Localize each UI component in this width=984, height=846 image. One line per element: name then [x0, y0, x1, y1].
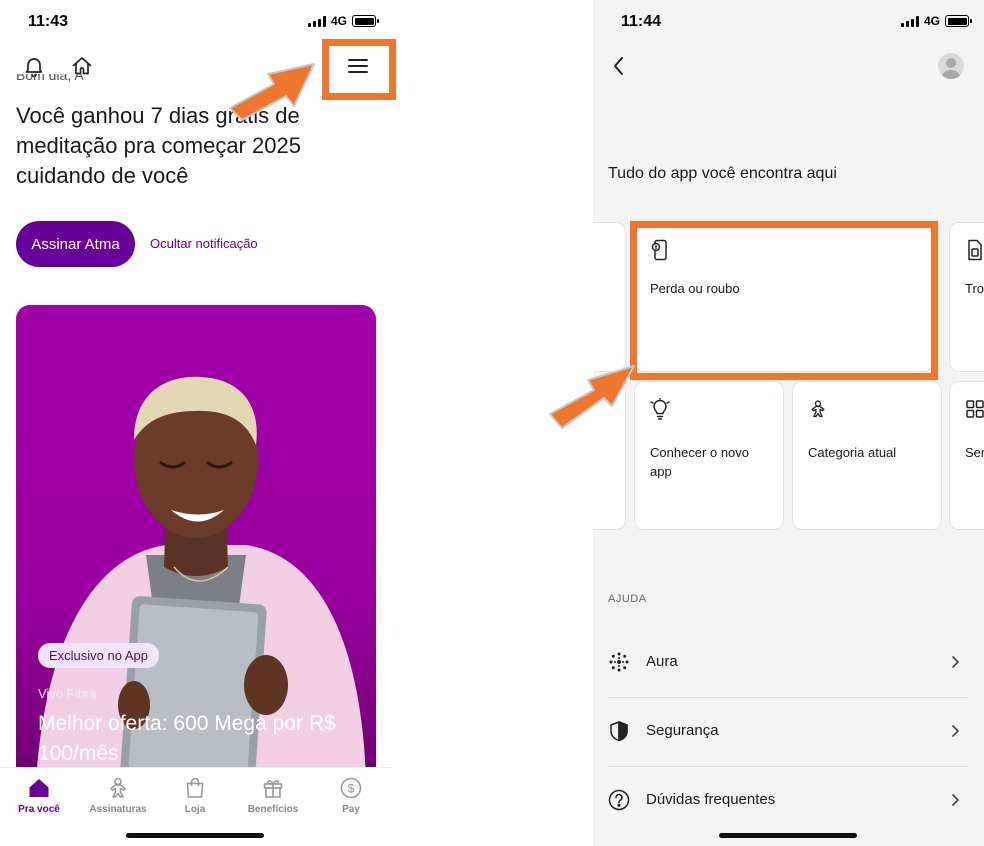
greeting-text: Bom dia, A: [16, 74, 84, 83]
annotation-highlight-perda-ou-roubo: [630, 221, 938, 380]
signal-icon: [901, 15, 919, 27]
svg-text:$: $: [348, 782, 355, 796]
sim-card-icon: [968, 239, 982, 261]
card-servicos-partial[interactable]: Ser: [949, 381, 984, 530]
exclusive-badge: Exclusivo no App: [38, 643, 160, 668]
back-chevron-icon[interactable]: [609, 54, 629, 78]
annotation-arrow-perda-ou-roubo: [549, 365, 635, 429]
home-filled-icon: [29, 779, 49, 797]
status-icons: 4G: [308, 14, 380, 28]
network-type: 4G: [924, 14, 941, 28]
home-indicator: [719, 833, 857, 838]
signal-icon: [308, 15, 326, 27]
chevron-right-icon: [952, 725, 959, 737]
dots-circle-icon: [609, 652, 629, 672]
network-type: 4G: [331, 14, 348, 28]
help-item-aura[interactable]: Aura: [608, 628, 968, 697]
card-troca-partial[interactable]: Tro: [949, 222, 984, 372]
tab-beneficios[interactable]: Benefícios: [236, 776, 310, 815]
status-bar: 11:43 4G: [0, 0, 391, 44]
lightbulb-icon: [650, 398, 670, 420]
card-partial-left-top[interactable]: [593, 222, 626, 372]
hide-notification-link[interactable]: Ocultar notificação: [150, 236, 258, 251]
card-conhecer-novo-app[interactable]: Conhecer o novo app: [634, 381, 784, 530]
status-time: 11:44: [621, 13, 662, 30]
status-icons: 4G: [901, 14, 973, 28]
chevron-right-icon: [952, 656, 959, 668]
status-time: 11:43: [28, 13, 69, 30]
gingerbread-icon: [811, 400, 825, 418]
user-avatar-icon: [941, 58, 961, 79]
card-categoria-atual[interactable]: Categoria atual: [792, 381, 942, 530]
annotation-arrow-menu: [229, 63, 315, 121]
hero-title: Melhor oferta: 600 Mega por R$ 100/mês: [38, 712, 336, 765]
subscribe-atma-button[interactable]: Assinar Atma: [16, 221, 135, 267]
grid-icon: [966, 400, 984, 418]
avatar[interactable]: [938, 53, 964, 79]
shield-icon: [610, 721, 628, 742]
gift-icon: [263, 780, 283, 798]
tab-assinaturas[interactable]: Assinaturas: [81, 776, 155, 815]
question-circle-icon: [608, 789, 630, 811]
hero-subtitle: Vivo Fibra: [38, 686, 97, 701]
tab-loja[interactable]: Loja: [158, 776, 232, 815]
battery-icon: [945, 15, 973, 27]
help-section-label: AJUDA: [608, 593, 647, 605]
annotation-highlight-menu: [322, 39, 396, 100]
status-bar: 11:44 4G: [593, 0, 984, 44]
chevron-right-icon: [952, 794, 959, 806]
tab-pra-voce[interactable]: Pra você: [2, 776, 76, 815]
home-indicator: [126, 833, 264, 838]
shopping-bag-icon: [186, 777, 204, 798]
help-item-seguranca[interactable]: Segurança: [608, 697, 968, 766]
promo-hero-card[interactable]: Exclusivo no App Vivo Fibra Melhor ofert…: [16, 305, 376, 780]
gingerbread-icon: [110, 777, 126, 798]
help-item-duvidas-frequentes[interactable]: Dúvidas frequentes: [608, 766, 968, 835]
right-phone-screen: 11:44 4G Tudo do app você encontra aqui …: [593, 0, 984, 846]
battery-icon: [352, 15, 380, 27]
tab-pay[interactable]: $ Pay: [314, 776, 388, 815]
dollar-circle-icon: $: [340, 777, 362, 799]
left-phone-screen: 11:43 4G Bom dia, A Você ganhou 7 dias g…: [0, 0, 391, 846]
section-title: Tudo do app você encontra aqui: [608, 165, 837, 182]
